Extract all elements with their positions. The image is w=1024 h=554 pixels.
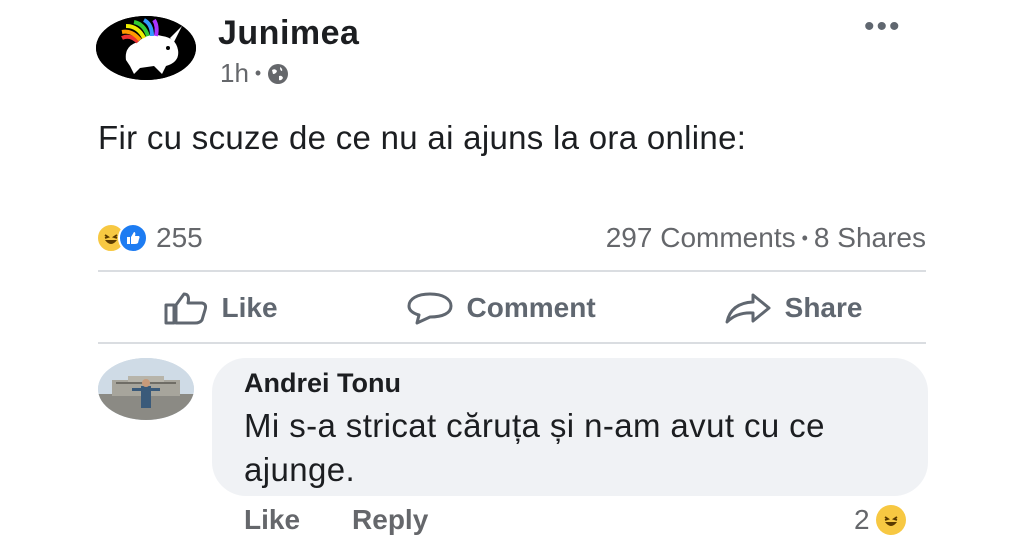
comment-like-link[interactable]: Like: [244, 504, 300, 536]
share-arrow-icon: [725, 293, 771, 324]
commenter-photo: [98, 358, 194, 420]
engagement-stats: 297 Comments • 8 Shares: [606, 222, 926, 254]
post-actions-bar: Like Comment Share: [98, 282, 926, 334]
meta-separator: •: [254, 63, 262, 83]
facebook-post: Junimea 1h • ••• Fir cu scuze de ce nu a…: [0, 0, 1024, 554]
comment-reactions[interactable]: 2: [854, 504, 906, 536]
comment-text: Mi s-a stricat căruța și n-am avut cu ce…: [244, 407, 825, 488]
comment-button-label: Comment: [466, 292, 596, 323]
page-avatar[interactable]: [96, 16, 196, 80]
post-text: Fir cu scuze de ce nu ai ajuns la ora on…: [98, 119, 747, 156]
comments-count[interactable]: 297 Comments: [606, 222, 796, 254]
stats-separator: •: [801, 227, 808, 248]
share-button-label: Share: [784, 292, 863, 323]
like-button-label: Like: [221, 292, 278, 323]
reactions-summary[interactable]: 255: [96, 222, 203, 254]
thumbs-up-icon: [164, 292, 207, 325]
globe-icon: [268, 63, 289, 84]
unicorn-logo-icon: [96, 16, 196, 80]
comment-actions: Like Reply: [244, 504, 428, 536]
post-time[interactable]: 1h: [220, 58, 249, 89]
comment-reply-link[interactable]: Reply: [352, 504, 428, 536]
page-name[interactable]: Junimea: [218, 14, 359, 53]
speech-bubble-icon: [407, 292, 453, 325]
share-button[interactable]: Share: [723, 291, 863, 325]
like-button[interactable]: Like: [162, 291, 278, 325]
haha-icon: [875, 505, 906, 535]
like-reaction-icon: [118, 223, 148, 253]
comment-reaction-count: 2: [854, 504, 870, 535]
reaction-count: 255: [156, 222, 203, 253]
divider-bottom: [98, 342, 926, 344]
post-meta: 1h •: [220, 58, 289, 89]
shares-count[interactable]: 8 Shares: [814, 222, 926, 254]
more-options-button[interactable]: •••: [864, 10, 902, 44]
comment-author[interactable]: Andrei Tonu: [244, 368, 401, 399]
comment-button[interactable]: Comment: [405, 291, 596, 325]
commenter-avatar[interactable]: [98, 358, 194, 420]
divider-top: [98, 270, 926, 272]
